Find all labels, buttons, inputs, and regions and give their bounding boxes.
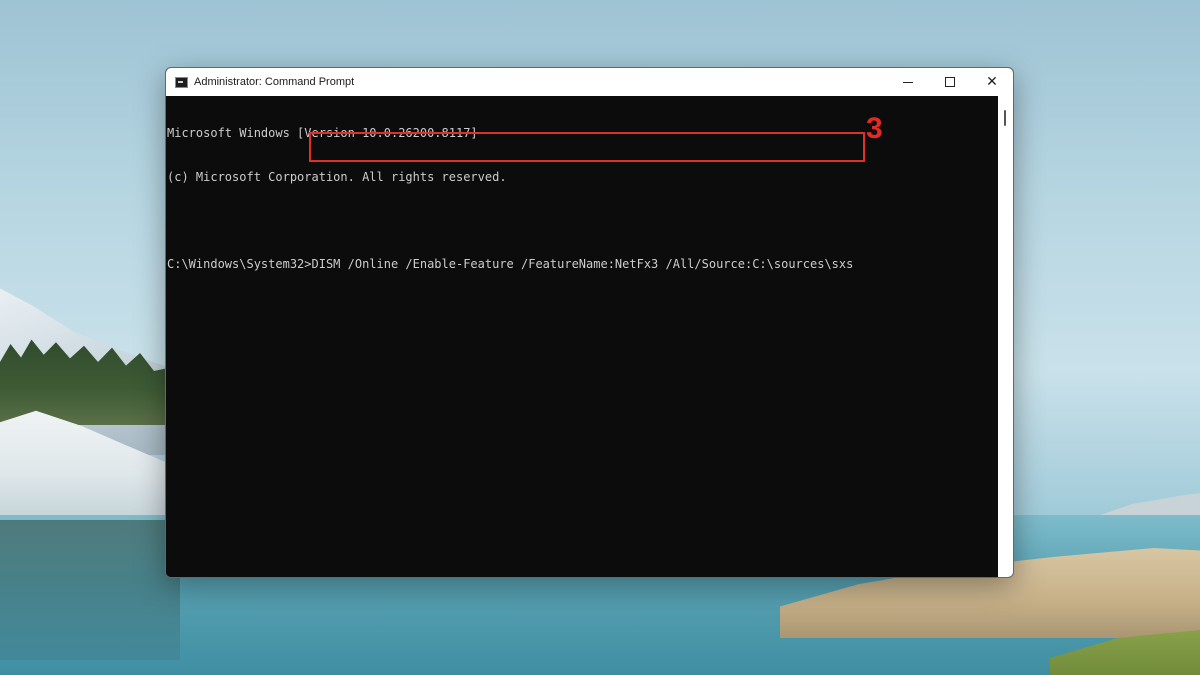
console-line-copyright: (c) Microsoft Corporation. All rights re… [167, 169, 507, 184]
window-controls: ✕ [887, 68, 1013, 96]
maximize-button[interactable] [929, 68, 971, 96]
console-line-blank [167, 213, 1000, 228]
title-bar[interactable]: Administrator: Command Prompt ✕ [166, 68, 1013, 96]
wallpaper-reflection [0, 520, 180, 660]
console-line-command: C:\Windows\System32>DISM /Online /Enable… [167, 256, 854, 271]
console-output[interactable]: Microsoft Windows [Version 10.0.26200.81… [166, 96, 1000, 577]
command-highlight-box [309, 132, 865, 162]
console-scrollbar[interactable] [998, 96, 1013, 577]
close-button[interactable]: ✕ [971, 68, 1013, 96]
step-number-label: 3 [866, 112, 883, 145]
window-title: Administrator: Command Prompt [194, 76, 355, 88]
scrollbar-thumb[interactable] [1004, 110, 1006, 126]
cmd-icon [175, 76, 188, 88]
minimize-button[interactable] [887, 68, 929, 96]
